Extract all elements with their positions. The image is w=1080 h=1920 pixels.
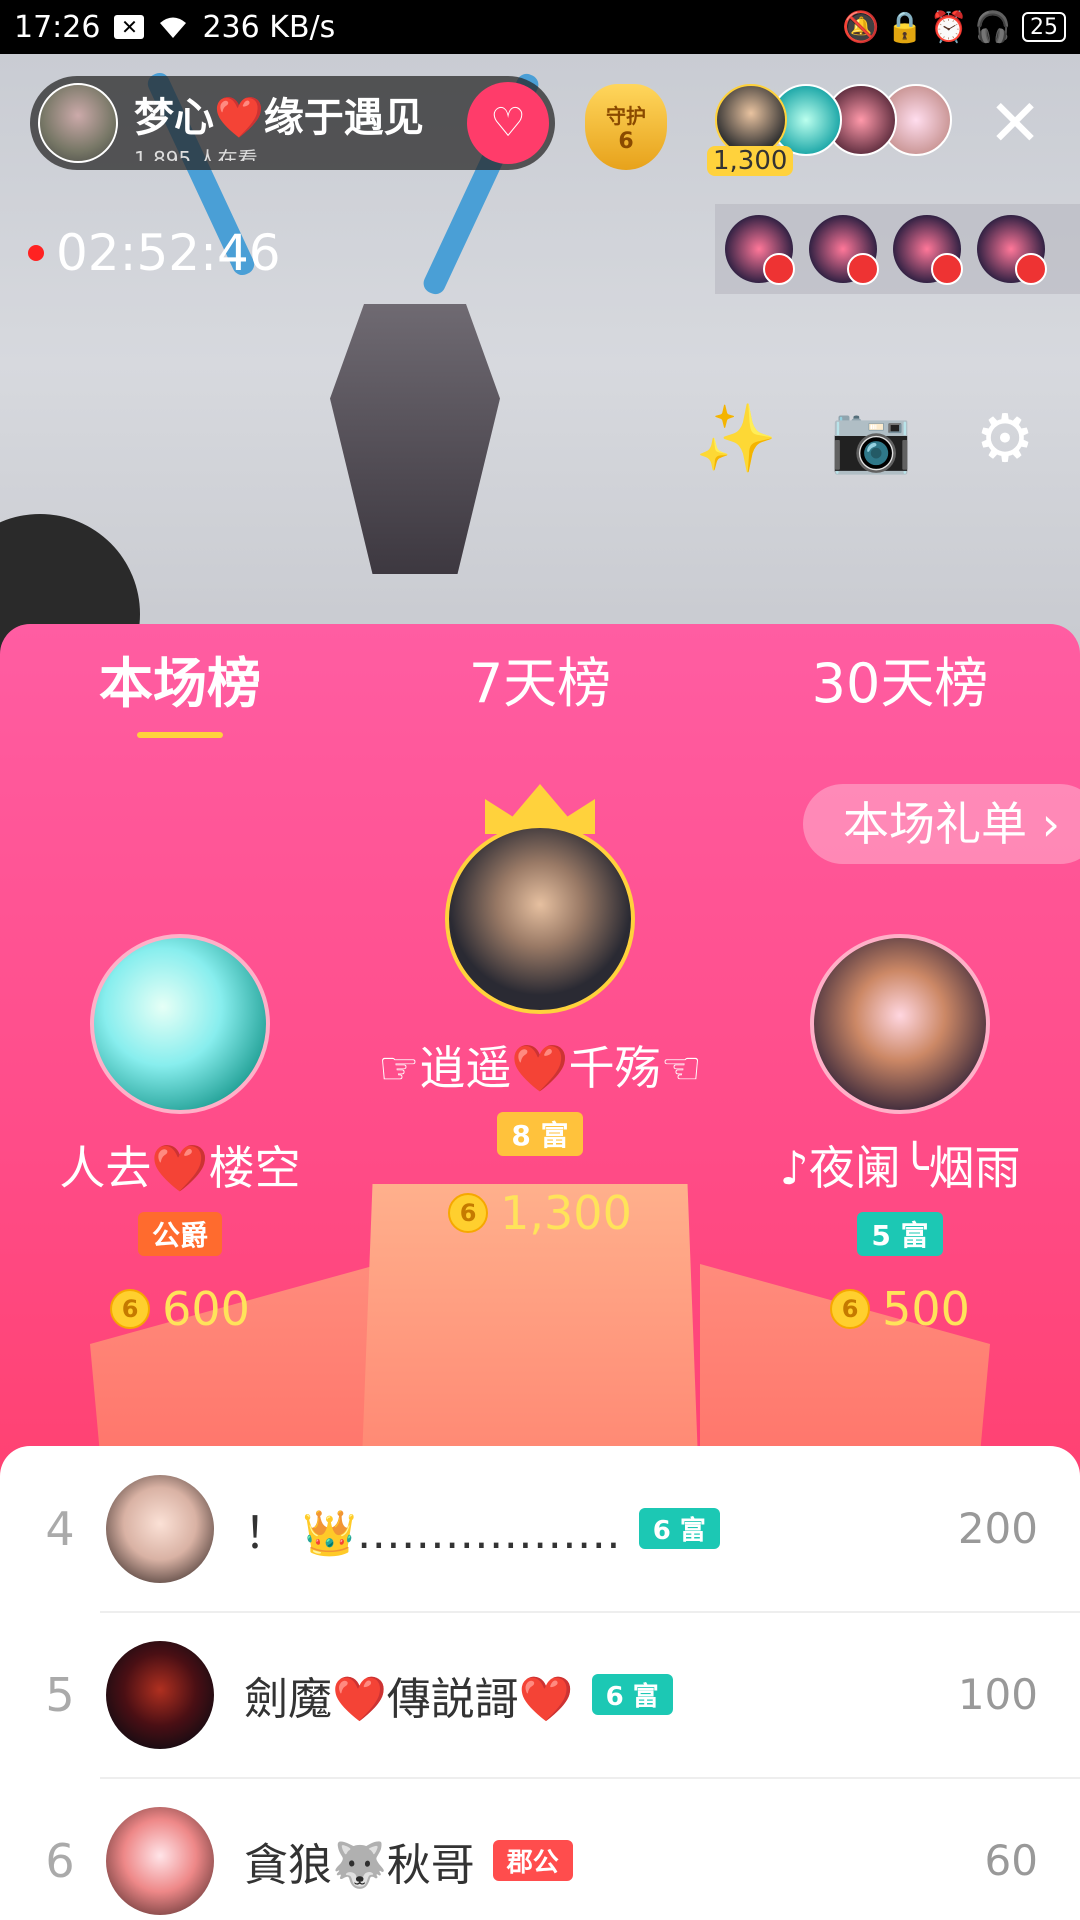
list-value: 200 xyxy=(957,1504,1038,1553)
list-user-badge: 6 富 xyxy=(591,1674,673,1715)
list-avatar[interactable] xyxy=(106,1640,214,1749)
list-avatar[interactable] xyxy=(106,1806,214,1915)
status-bar: 17:26 ✕ 236 KB/s 🔕 🔒 ⏰ 🎧 25 xyxy=(0,0,1080,54)
host-info-pill[interactable]: 梦心❤️缘于遇见 1,895 人在看 ♡ xyxy=(30,76,555,170)
magic-wand-icon: ✨ xyxy=(695,400,778,477)
guest-seat-avatar[interactable] xyxy=(809,215,879,285)
podium-third-user[interactable]: ♪夜阑╰烟雨 5 富 6 500 xyxy=(740,934,1060,1336)
tab-30-days[interactable]: 30天榜 xyxy=(720,624,1080,734)
heart-plus-icon: ♡ xyxy=(490,100,526,146)
live-timer: 02:52:46 xyxy=(28,224,281,282)
host-name: 梦心❤️缘于遇见 xyxy=(134,95,424,141)
first-user-name: ☞逍遥❤️千殇☜ xyxy=(378,1041,702,1095)
list-item[interactable]: 5 劍魔❤️傳説謌❤️ 6 富 100 xyxy=(0,1612,1080,1777)
guest-seat-row[interactable] xyxy=(715,204,1080,294)
follow-button[interactable]: ♡ xyxy=(467,82,549,164)
third-user-name: ♪夜阑╰烟雨 xyxy=(779,1141,1021,1195)
live-video[interactable]: 梦心❤️缘于遇见 1,895 人在看 ♡ 守护 6 1,300 ✕ 02:52:… xyxy=(0,54,1080,674)
third-user-badge: 5 富 xyxy=(857,1212,943,1256)
tab-this-session[interactable]: 本场榜 xyxy=(0,624,360,738)
first-user-amount: 6 1,300 xyxy=(340,1186,740,1240)
guard-badge[interactable]: 守护 6 xyxy=(585,84,667,170)
list-item[interactable]: 4 ！ 👑……………… 6 富 200 xyxy=(0,1446,1080,1611)
second-user-amount-value: 600 xyxy=(162,1282,250,1336)
wifi-icon xyxy=(158,12,188,42)
list-rank: 4 xyxy=(45,1501,75,1556)
ranking-tabs: 本场榜 7天榜 30天榜 xyxy=(0,624,1080,738)
host-viewer-count: 1,895 人在看 xyxy=(134,147,258,161)
mute-bell-icon: 🔕 xyxy=(842,9,880,45)
notification-x-icon: ✕ xyxy=(114,15,145,39)
host-avatar[interactable] xyxy=(38,83,118,163)
list-user-name: 劍魔❤️傳説謌❤️ xyxy=(244,1673,574,1725)
tab-7-days[interactable]: 7天榜 xyxy=(360,624,720,734)
top-viewers[interactable]: 1,300 xyxy=(707,84,952,176)
list-user-badge: 郡公 xyxy=(492,1840,573,1881)
second-user-name: 人去❤️楼空 xyxy=(59,1141,301,1195)
coin-icon: 6 xyxy=(448,1193,489,1233)
guard-count: 6 xyxy=(618,129,634,154)
third-user-amount: 6 500 xyxy=(740,1282,1060,1336)
third-user-amount-value: 500 xyxy=(882,1282,970,1336)
list-item[interactable]: 6 貪狼🐺秋哥 郡公 60 xyxy=(0,1778,1080,1920)
live-duration: 02:52:46 xyxy=(56,224,281,282)
gift-list-button[interactable]: 本场礼单 › xyxy=(802,784,1080,864)
gear-icon: ⚙ xyxy=(975,400,1035,477)
list-user-name: 貪狼🐺秋哥 xyxy=(244,1839,475,1891)
first-user-badge: 8 富 xyxy=(497,1112,583,1156)
list-user-badge: 6 富 xyxy=(638,1508,720,1549)
list-value: 60 xyxy=(984,1836,1038,1885)
top-viewer-coins: 1,300 xyxy=(707,146,794,176)
coin-icon: 6 xyxy=(830,1289,871,1329)
guest-seat-avatar[interactable] xyxy=(725,215,795,285)
beauty-magic-button[interactable]: ✨ xyxy=(695,399,778,479)
list-rank: 6 xyxy=(45,1833,75,1888)
podium-first-user[interactable]: ☞逍遥❤️千殇☜ 8 富 6 1,300 xyxy=(340,824,740,1240)
live-dot-icon xyxy=(28,245,44,261)
second-user-amount: 6 600 xyxy=(20,1282,340,1336)
coin-icon: 6 xyxy=(110,1289,151,1329)
list-avatar[interactable] xyxy=(106,1474,214,1583)
close-icon: ✕ xyxy=(988,87,1042,161)
battery-indicator: 25 xyxy=(1022,12,1066,42)
ranking-list: 4 ！ 👑……………… 6 富 200 5 劍魔❤️傳説謌❤️ 6 富 100 … xyxy=(0,1446,1080,1920)
list-user-name: ！ 👑……………… xyxy=(244,1507,621,1559)
second-user-avatar[interactable] xyxy=(90,934,270,1114)
deer-head-decoration xyxy=(330,304,500,574)
headphones-icon: 🎧 xyxy=(974,9,1012,45)
third-user-avatar[interactable] xyxy=(810,934,990,1114)
first-user-avatar[interactable] xyxy=(445,824,635,1014)
camera-flip-icon: 📷 xyxy=(830,400,913,477)
list-value: 100 xyxy=(957,1670,1038,1719)
list-rank: 5 xyxy=(45,1667,75,1722)
flip-camera-button[interactable]: 📷 xyxy=(830,399,913,479)
second-user-badge: 公爵 xyxy=(137,1212,222,1256)
status-time: 17:26 xyxy=(14,9,101,45)
guest-seat-avatar[interactable] xyxy=(977,215,1047,285)
close-button[interactable]: ✕ xyxy=(985,92,1045,156)
guard-label: 守护 xyxy=(606,104,646,128)
lock-rotation-icon: 🔒 xyxy=(886,9,924,45)
network-speed: 236 KB/s xyxy=(202,9,336,45)
guest-seat-avatar[interactable] xyxy=(893,215,963,285)
first-user-amount-value: 1,300 xyxy=(500,1186,632,1240)
alarm-icon: ⏰ xyxy=(930,9,968,45)
podium-second-user[interactable]: 人去❤️楼空 公爵 6 600 xyxy=(20,934,340,1336)
settings-button[interactable]: ⚙ xyxy=(965,399,1045,479)
